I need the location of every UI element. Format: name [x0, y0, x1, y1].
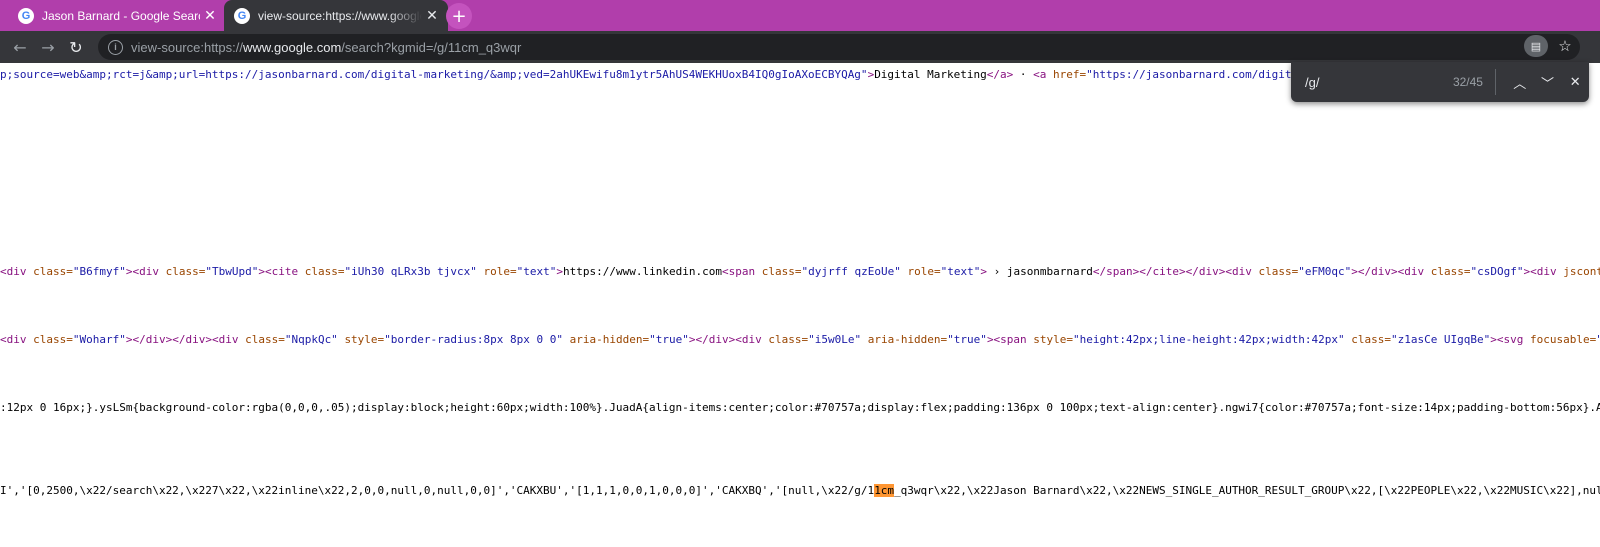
source-token: · — [1013, 68, 1034, 81]
forward-button[interactable]: → — [36, 35, 60, 59]
source-token: "text" — [516, 265, 557, 278]
source-token — [861, 333, 868, 346]
find-match-highlight: 1cm — [874, 484, 895, 497]
source-token: class= — [33, 333, 73, 346]
url-host: www.google.com — [243, 39, 342, 55]
url-prefix: view-source:https:// — [131, 39, 243, 55]
site-info-icon[interactable]: i — [108, 39, 123, 55]
source-token: ><cite — [258, 265, 305, 278]
source-token: "Woharf" — [72, 333, 126, 346]
source-token: role= — [483, 265, 517, 278]
source-token: <div — [0, 333, 34, 346]
source-token: role= — [907, 265, 941, 278]
source-token: <a — [1033, 68, 1054, 81]
source-token: </a> — [986, 68, 1014, 81]
source-token: <span — [721, 265, 762, 278]
source-token: "csDOgf" — [1470, 265, 1524, 278]
source-token: </span></cite></div><div — [1092, 265, 1259, 278]
find-previous-icon[interactable]: ︿ — [1506, 68, 1534, 96]
source-token: "B6fmyf" — [72, 265, 126, 278]
source-token: › jasonmbarnard — [986, 265, 1093, 278]
source-line: <div class="B6fmyf"><div class="TbwUpd">… — [0, 264, 1600, 280]
source-token: class= — [245, 333, 285, 346]
source-token: https://www.linkedin.com — [563, 265, 722, 278]
address-bar[interactable]: i view-source:https://www.google.com/sea… — [98, 34, 1580, 60]
source-token: class= — [165, 265, 206, 278]
source-token: " — [1596, 333, 1600, 346]
source-token: "true" — [947, 333, 987, 346]
source-token: class= — [768, 333, 809, 346]
source-token: ><span — [986, 333, 1034, 346]
back-button[interactable]: ← — [8, 35, 32, 59]
page-icon[interactable]: ▤ — [1524, 35, 1548, 57]
source-token: p;source=web&amp;rct=j&amp;url=https://j… — [0, 68, 868, 81]
source-token: style= — [344, 333, 385, 346]
source-token: "dyjrff qzEoUe" — [801, 265, 901, 278]
source-line: <div class="Woharf"></div></div><div cla… — [0, 332, 1600, 348]
source-token: I','[0,2500,\x22/search\x22,\x227\x22,\x… — [0, 484, 875, 497]
source-token: "i5w0Le" — [808, 333, 862, 346]
source-token: _q3wqr\x22,\x22Jason Barnard\x22,\x22NEW… — [894, 484, 1600, 497]
source-token: > — [980, 265, 987, 278]
source-token: "height:42px;line-height:42px;width:42px… — [1073, 333, 1345, 346]
page-source-view: p;source=web&amp;rct=j&amp;url=https://j… — [0, 63, 1600, 547]
close-tab-icon[interactable]: ✕ — [200, 7, 220, 24]
address-bar-actions: ▤ ☆ — [1524, 35, 1574, 57]
tab-strip: G Jason Barnard - Google Search ✕ G view… — [0, 0, 1600, 31]
tab-title: Jason Barnard - Google Search — [42, 8, 200, 23]
source-token — [563, 333, 570, 346]
tab-title: view-source:https://www.google.com/searc… — [258, 8, 422, 23]
find-match-count: 32/45 — [1452, 75, 1483, 89]
source-token: jscontroller — [1563, 265, 1600, 278]
browser-toolbar: ← → ↻ i view-source:https://www.google.c… — [0, 31, 1600, 63]
tab-view-source[interactable]: G view-source:https://www.google.com/sea… — [224, 0, 448, 31]
bookmark-star-icon[interactable]: ☆ — [1556, 37, 1574, 55]
source-token: ></div><div — [1351, 265, 1431, 278]
tab-google-search[interactable]: G Jason Barnard - Google Search ✕ — [8, 0, 226, 31]
reload-button[interactable]: ↻ — [64, 35, 88, 59]
source-token — [477, 265, 484, 278]
source-token: ></div><div — [688, 333, 769, 346]
source-token: aria-hidden= — [867, 333, 948, 346]
source-token: class= — [1351, 333, 1391, 346]
source-token: class= — [761, 265, 802, 278]
new-tab-button[interactable]: + — [446, 3, 472, 29]
source-token: "true" — [649, 333, 689, 346]
source-line: p;source=web&amp;rct=j&amp;url=https://j… — [0, 67, 1384, 83]
source-token: "z1asCe UIgqBe" — [1390, 333, 1491, 346]
find-close-icon[interactable]: ✕ — [1561, 68, 1589, 96]
source-token: :12px 0 16px;}.ysLSm{background-color:rg… — [0, 401, 1600, 414]
source-token: focusable= — [1530, 333, 1597, 346]
source-token: "eFM0qc" — [1298, 265, 1352, 278]
source-token: ></div></div><div — [125, 333, 246, 346]
source-token: "text" — [940, 265, 981, 278]
source-line: :12px 0 16px;}.ysLSm{background-color:rg… — [0, 400, 1600, 416]
source-line: I','[0,2500,\x22/search\x22,\x227\x22,\x… — [0, 483, 1600, 499]
source-token: <div — [0, 265, 34, 278]
source-token: Digital Marketing — [874, 68, 987, 81]
source-token: "NqpkQc" — [284, 333, 338, 346]
find-next-icon[interactable]: ﹀ — [1534, 68, 1562, 96]
find-divider — [1494, 69, 1496, 95]
source-token: class= — [1430, 265, 1471, 278]
source-token: aria-hidden= — [569, 333, 650, 346]
source-token: ><svg — [1490, 333, 1531, 346]
source-token: "border-radius:8px 8px 0 0" — [384, 333, 563, 346]
find-bar: /g/ 32/45 ︿ ﹀ ✕ — [1291, 62, 1589, 102]
source-token: "TbwUpd" — [205, 265, 259, 278]
source-token: class= — [1258, 265, 1299, 278]
google-favicon-icon: G — [234, 7, 250, 24]
source-token: class= — [33, 265, 73, 278]
source-token: "iUh30 qLRx3b tjvcx" — [344, 265, 477, 278]
google-favicon-icon: G — [18, 7, 34, 24]
source-token: ><div — [125, 265, 166, 278]
source-token: class= — [304, 265, 345, 278]
source-token: style= — [1033, 333, 1074, 346]
source-token: href= — [1053, 68, 1087, 81]
url-path: /search?kgmid=/g/11cm_q3wqr — [341, 39, 522, 55]
find-input[interactable]: /g/ — [1305, 75, 1434, 90]
source-token: ><div — [1523, 265, 1564, 278]
close-tab-icon[interactable]: ✕ — [422, 7, 442, 24]
